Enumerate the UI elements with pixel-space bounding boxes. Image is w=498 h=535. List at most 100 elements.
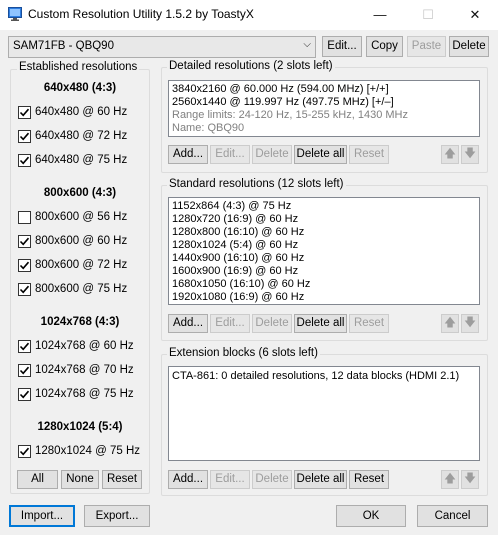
standard-delete-all-button[interactable]: Delete all: [294, 314, 347, 333]
monitor-select-value: SAM71FB - QBQ90: [13, 40, 114, 52]
checkbox-label: 1024x768 @ 75 Hz: [35, 388, 134, 400]
window-title: Custom Resolution Utility 1.5.2 by Toast…: [28, 7, 254, 21]
arrow-down-icon: 🡇: [464, 317, 476, 329]
extension-move-down-button[interactable]: 🡇: [461, 470, 479, 489]
list-item[interactable]: 3840x2160 @ 60.000 Hz (594.00 MHz) [+/+]: [172, 83, 389, 95]
detailed-move-up-button[interactable]: 🡅: [441, 145, 459, 164]
chevron-down-icon: ⌵: [303, 39, 311, 50]
established-resolutions-label: Established resolutions: [17, 61, 140, 73]
checkbox-label: 800x600 @ 72 Hz: [35, 259, 128, 271]
arrow-up-icon: 🡅: [444, 473, 456, 485]
list-item[interactable]: Range limits: 24-120 Hz, 15-255 kHz, 143…: [172, 109, 408, 121]
list-item[interactable]: Name: QBQ90: [172, 122, 244, 134]
select-none-button[interactable]: None: [61, 470, 99, 489]
list-item[interactable]: 1440x900 (16:10) @ 60 Hz: [172, 252, 304, 264]
extension-edit-button[interactable]: Edit...: [210, 470, 250, 489]
established-group-title: 800x600 (4:3): [43, 187, 117, 199]
checkbox-label: 640x480 @ 75 Hz: [35, 154, 128, 166]
extension-move-up-button[interactable]: 🡅: [441, 470, 459, 489]
export-button[interactable]: Export...: [84, 505, 150, 527]
select-all-button[interactable]: All: [17, 470, 58, 489]
checkbox[interactable]: [18, 259, 31, 272]
established-checkbox-row[interactable]: 1024x768 @ 75 Hz: [18, 387, 143, 403]
list-item[interactable]: 1920x1080 (16:9) @ 60 Hz: [172, 291, 304, 303]
extension-reset-button[interactable]: Reset: [349, 470, 389, 489]
arrow-up-icon: 🡅: [444, 148, 456, 160]
established-checkbox-row[interactable]: 640x480 @ 60 Hz: [18, 105, 143, 121]
established-checkbox-row[interactable]: 640x480 @ 72 Hz: [18, 129, 143, 145]
established-checkbox-row[interactable]: 800x600 @ 56 Hz: [18, 210, 143, 226]
checkbox-label: 640x480 @ 72 Hz: [35, 130, 128, 142]
established-checkbox-row[interactable]: 640x480 @ 75 Hz: [18, 153, 143, 169]
standard-edit-button[interactable]: Edit...: [210, 314, 250, 333]
established-reset-button[interactable]: Reset: [102, 470, 142, 489]
checkbox-label: 800x600 @ 60 Hz: [35, 235, 128, 247]
established-group-title: 640x480 (4:3): [43, 82, 117, 94]
import-button[interactable]: Import...: [9, 505, 75, 527]
extension-add-button[interactable]: Add...: [168, 470, 208, 489]
checkbox[interactable]: [18, 364, 31, 377]
close-button[interactable]: ✕: [452, 0, 498, 30]
detailed-delete-all-button[interactable]: Delete all: [294, 145, 347, 164]
established-checkbox-row[interactable]: 800x600 @ 60 Hz: [18, 234, 143, 250]
detailed-resolutions-label: Detailed resolutions (2 slots left): [167, 60, 335, 72]
checkbox[interactable]: [18, 106, 31, 119]
standard-add-button[interactable]: Add...: [168, 314, 208, 333]
list-item[interactable]: 1280x720 (16:9) @ 60 Hz: [172, 213, 298, 225]
standard-resolutions-list[interactable]: 1152x864 (4:3) @ 75 Hz 1280x720 (16:9) @…: [168, 197, 480, 305]
extension-delete-button[interactable]: Delete: [252, 470, 292, 489]
checkbox[interactable]: [18, 388, 31, 401]
monitor-select[interactable]: SAM71FB - QBQ90 ⌵: [8, 36, 316, 58]
monitor-delete-button[interactable]: Delete: [449, 36, 489, 57]
detailed-move-down-button[interactable]: 🡇: [461, 145, 479, 164]
checkbox[interactable]: [18, 340, 31, 353]
monitor-paste-button[interactable]: Paste: [407, 36, 446, 57]
list-item[interactable]: 1600x900 (16:9) @ 60 Hz: [172, 265, 298, 277]
checkbox-label: 1024x768 @ 60 Hz: [35, 340, 134, 352]
maximize-button[interactable]: ☐: [405, 0, 451, 30]
standard-move-up-button[interactable]: 🡅: [441, 314, 459, 333]
standard-move-down-button[interactable]: 🡇: [461, 314, 479, 333]
list-item[interactable]: 1280x1024 (5:4) @ 60 Hz: [172, 239, 298, 251]
established-checkbox-row[interactable]: 1024x768 @ 70 Hz: [18, 363, 143, 379]
checkbox-label: 640x480 @ 60 Hz: [35, 106, 128, 118]
checkbox[interactable]: [18, 235, 31, 248]
checkbox[interactable]: [18, 445, 31, 458]
checkbox-label: 1280x1024 @ 75 Hz: [35, 445, 141, 457]
extension-blocks-list[interactable]: CTA-861: 0 detailed resolutions, 12 data…: [168, 366, 480, 461]
app-icon: [8, 7, 22, 21]
extension-blocks-label: Extension blocks (6 slots left): [167, 347, 320, 359]
monitor-edit-button[interactable]: Edit...: [322, 36, 362, 57]
arrow-down-icon: 🡇: [464, 473, 476, 485]
checkbox[interactable]: [18, 283, 31, 296]
ok-button[interactable]: OK: [336, 505, 406, 527]
detailed-edit-button[interactable]: Edit...: [210, 145, 250, 164]
extension-delete-all-button[interactable]: Delete all: [294, 470, 347, 489]
established-checkbox-row[interactable]: 1024x768 @ 60 Hz: [18, 339, 143, 355]
list-item[interactable]: 1152x864 (4:3) @ 75 Hz: [172, 200, 291, 212]
title-bar[interactable]: Custom Resolution Utility 1.5.2 by Toast…: [0, 0, 498, 30]
detailed-add-button[interactable]: Add...: [168, 145, 208, 164]
list-item[interactable]: CTA-861: 0 detailed resolutions, 12 data…: [172, 370, 459, 382]
detailed-delete-button[interactable]: Delete: [252, 145, 292, 164]
minimize-button[interactable]: —: [357, 0, 403, 30]
standard-delete-button[interactable]: Delete: [252, 314, 292, 333]
established-checkbox-row[interactable]: 1280x1024 @ 75 Hz: [18, 444, 143, 460]
standard-reset-button[interactable]: Reset: [349, 314, 389, 333]
list-item[interactable]: 2560x1440 @ 119.997 Hz (497.75 MHz) [+/–…: [172, 96, 394, 108]
list-item[interactable]: 1680x1050 (16:10) @ 60 Hz: [172, 278, 310, 290]
detailed-reset-button[interactable]: Reset: [349, 145, 389, 164]
established-checkbox-row[interactable]: 800x600 @ 72 Hz: [18, 258, 143, 274]
checkbox[interactable]: [18, 211, 31, 224]
checkbox[interactable]: [18, 130, 31, 143]
list-item[interactable]: 1280x800 (16:10) @ 60 Hz: [172, 226, 304, 238]
standard-resolutions-label: Standard resolutions (12 slots left): [167, 178, 346, 190]
established-group-title: 1024x768 (4:3): [40, 316, 120, 328]
monitor-copy-button[interactable]: Copy: [366, 36, 403, 57]
cancel-button[interactable]: Cancel: [417, 505, 488, 527]
established-checkbox-row[interactable]: 800x600 @ 75 Hz: [18, 282, 143, 298]
checkbox[interactable]: [18, 154, 31, 167]
detailed-resolutions-list[interactable]: 3840x2160 @ 60.000 Hz (594.00 MHz) [+/+]…: [168, 80, 480, 137]
checkbox-label: 800x600 @ 75 Hz: [35, 283, 128, 295]
established-group-title: 1280x1024 (5:4): [37, 421, 123, 433]
